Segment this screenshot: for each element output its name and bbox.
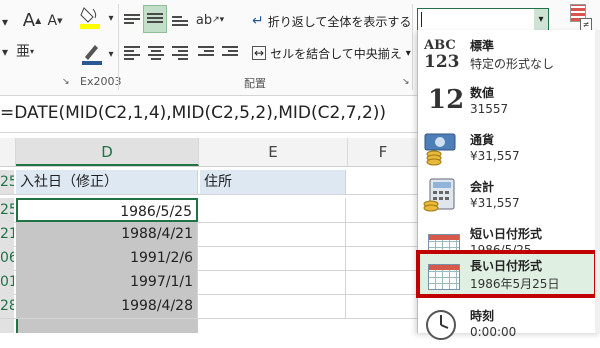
merge-center-label: セルを結合して中央揃え [270,46,402,61]
column-header-d[interactable]: D [16,138,199,166]
format-option-general[interactable]: ABC 123 標準 特定の形式なし [418,32,600,78]
format-option-accounting[interactable]: 会計 ¥31,557 [418,173,600,219]
top-align-icon[interactable] [124,12,140,26]
phonetic-guide-icon[interactable]: 亜 ▾ [14,40,36,62]
calendar-icon [422,254,460,290]
cell-f[interactable] [348,294,419,318]
cell-d-selected[interactable]: 1997/1/1 [16,270,198,294]
shrink-font-button[interactable]: A ▼ [46,10,64,32]
format-option-title: 長い日付形式 [470,259,543,273]
row-number[interactable]: 21 [0,222,14,246]
ex2003-group-label: Ex2003 [80,75,122,88]
currency-icon [422,130,460,166]
pen-icon [82,45,102,65]
align-left-icon[interactable] [124,44,140,62]
column-header-f[interactable]: F [348,138,419,166]
dialog-launcher-icon[interactable]: ↘ [62,77,70,87]
row-number[interactable]: 06 [0,246,14,270]
fill-color-button[interactable] [76,4,104,30]
increase-indent-icon[interactable] [222,44,238,58]
cell-f[interactable] [348,246,419,270]
cell-e[interactable] [200,198,346,222]
format-option-preview: ¥31,557 [470,196,520,210]
bottom-align-icon[interactable] [172,14,188,28]
group-divider [412,4,413,90]
cell-d-selected[interactable] [16,319,198,333]
dropdown-scrollbar[interactable] [595,30,600,333]
wrap-text-button[interactable]: ↵ 折り返して全体を表示する [252,10,411,32]
clock-icon [422,306,460,342]
align-right-icon[interactable] [172,44,188,62]
merge-center-icon: ↔ [252,46,267,60]
cell-e[interactable] [200,246,346,270]
cell-d-selected[interactable]: 1991/2/6 [16,246,198,270]
decrease-indent-icon[interactable] [198,44,214,58]
alignment-group-label: 配置 [244,77,266,90]
cell-d-header[interactable]: 入社日（修正） [16,170,198,194]
cell-e-header[interactable]: 住所 [200,170,346,194]
format-option-title: 時刻 [470,309,495,323]
row-number[interactable]: 01 [0,270,14,294]
number-format-combobox[interactable]: ▾ [417,8,549,32]
cell-e[interactable] [200,270,346,294]
format-option-number[interactable]: 12 数値 31557 [418,79,600,125]
cell-f[interactable] [348,170,419,194]
row-number[interactable]: 25 [0,198,14,222]
merge-center-button[interactable]: ↔ セルを結合して中央揃え ▾ [252,42,411,64]
group-divider [118,4,119,90]
cell-d-selected[interactable]: 1998/4/28 [16,294,198,318]
wrap-text-label: 折り返して全体を表示する [267,14,412,29]
format-option-preview: ¥31,557 [470,149,520,163]
fill-bucket-icon [80,7,100,29]
font-color-button[interactable] [78,40,106,66]
grow-font-button[interactable]: A ▲ [22,8,42,32]
dropdown-arrow-icon[interactable]: ▾ [0,12,10,32]
cell-e[interactable] [200,222,346,246]
orientation-button[interactable]: ab ↗▾ [196,8,224,32]
format-option-preview: 特定の形式なし [470,57,555,71]
cell-f[interactable] [348,222,419,246]
conditional-formatting-icon[interactable]: ≠ [570,4,592,32]
format-option-long-date[interactable]: 長い日付形式 1986年5月25日 [416,250,598,298]
cell-e[interactable] [200,294,346,318]
row-number[interactable]: 28 [0,294,14,318]
chevron-down-icon[interactable]: ▾ [534,9,548,31]
cell-d-active[interactable]: 1986/5/25 [16,198,198,222]
abc-123-icon: ABC 123 [424,38,460,72]
accounting-icon [422,177,460,213]
format-option-preview: 31557 [470,102,509,116]
cell-d-selected[interactable]: 1988/4/21 [16,222,198,246]
formula-text[interactable]: =DATE(MID(C2,1,4),MID(C2,5,2),MID(C2,7,2… [0,103,386,123]
wrap-text-icon: ↵ [252,13,264,29]
format-option-preview: 0:00:00 [470,325,517,339]
row-number[interactable] [0,319,14,333]
format-option-title: 数値 [470,86,495,100]
dropdown-arrow-icon[interactable]: ▾ [106,44,116,64]
text-cursor [421,12,422,27]
align-center-icon[interactable] [148,44,164,62]
column-header-e[interactable]: E [199,138,348,166]
format-option-title: 標準 [470,39,495,53]
row-number[interactable]: 25 [0,170,14,194]
middle-align-button[interactable] [143,5,167,33]
grow-font-label: A [22,9,36,31]
dropdown-arrow-icon[interactable]: ▾ [0,42,10,62]
format-option-title: 短い日付形式 [470,227,543,241]
number-format-dropdown: ABC 123 標準 特定の形式なし 12 数値 31557 通貨 ¥31,55… [416,30,600,340]
format-option-title: 通貨 [470,133,495,147]
number-12-icon: 12 [428,85,465,115]
format-option-currency[interactable]: 通貨 ¥31,557 [418,126,600,172]
chevron-down-icon: ▾ [405,47,411,59]
cell-f[interactable] [348,270,419,294]
format-option-time[interactable]: 時刻 0:00:00 [418,302,600,348]
shrink-font-label: A [47,13,58,29]
middle-align-icon [147,11,163,25]
dialog-launcher-icon[interactable]: ↘ [402,77,410,87]
column-header-c[interactable] [0,138,16,166]
dropdown-arrow-icon[interactable]: ▾ [106,8,116,28]
cell-f[interactable] [348,198,419,222]
format-option-preview: 1986年5月25日 [470,277,560,291]
format-option-title: 会計 [470,180,495,194]
